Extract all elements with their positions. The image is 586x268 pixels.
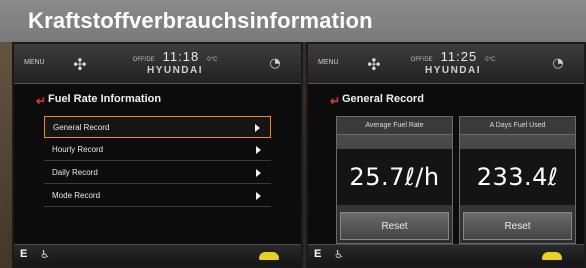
right-brand-label: HYUNDAI	[424, 65, 482, 76]
right-status-center: OFF/DE 11:25 0°C HYUNDAI	[398, 49, 508, 76]
car-icon	[542, 252, 562, 260]
menu-item-daily-record[interactable]: Daily Record	[44, 162, 271, 184]
right-arrow-icon	[256, 169, 261, 177]
reset-days-button[interactable]: Reset	[463, 212, 572, 240]
left-brand-label: HYUNDAI	[146, 65, 204, 76]
days-fuel-used-card: A Days Fuel Used 233.4ℓ Reset	[459, 116, 576, 244]
right-e-indicator: E	[314, 248, 322, 260]
left-panel-header: ↵ Fuel Rate Information	[14, 88, 301, 110]
left-clock: 11:18	[162, 49, 200, 64]
left-e-indicator: E	[20, 248, 28, 260]
menu-item-label: Daily Record	[52, 168, 98, 177]
right-display: MENU ✣ OFF/DE 11:25 0°C HYUNDAI ◔ ↵ Gene…	[306, 42, 586, 268]
page-title: Kraftstoffverbrauchsinformation	[28, 8, 373, 33]
left-display: MENU ✣ OFF/DE 11:18 0°C HYUNDAI ◔ ↵ Fuel…	[12, 42, 303, 268]
right-arrow-icon	[256, 192, 261, 200]
menu-item-hourly-record[interactable]: Hourly Record	[44, 139, 271, 161]
left-temperature: 0°C	[207, 57, 218, 63]
back-arrow-icon[interactable]: ↵	[330, 90, 340, 112]
left-panel-title: Fuel Rate Information	[48, 93, 162, 105]
fan-icon[interactable]: ✣	[70, 55, 90, 75]
right-arrow-icon	[256, 146, 261, 154]
back-arrow-icon[interactable]: ↵	[36, 90, 46, 112]
days-fuel-used-value: 233.4ℓ	[460, 149, 575, 205]
fuel-rate-menu: General Record Hourly Record Daily Recor…	[44, 116, 271, 208]
right-clock: 11:25	[440, 49, 478, 64]
left-menu-button[interactable]: MENU	[24, 59, 45, 66]
right-bottom-bar: E ♿	[308, 244, 584, 266]
reset-average-button[interactable]: Reset	[340, 212, 449, 240]
left-status-center: OFF/DE 11:18 0°C HYUNDAI	[120, 49, 230, 76]
fan-icon[interactable]: ✣	[364, 55, 384, 75]
average-fuel-rate-card: Average Fuel Rate 25.7ℓ/h Reset	[336, 116, 453, 244]
average-fuel-rate-value: 25.7ℓ/h	[337, 149, 452, 205]
left-bottom-bar: E ♿	[14, 244, 301, 266]
left-top-status-bar: MENU ✣ OFF/DE 11:18 0°C HYUNDAI ◔	[14, 44, 301, 84]
car-icon	[259, 252, 279, 260]
menu-item-mode-record[interactable]: Mode Record	[44, 185, 271, 207]
seat-icon: ♿	[334, 248, 344, 261]
left-status-mode: OFF/DE	[132, 57, 155, 63]
right-status-mode: OFF/DE	[410, 57, 433, 63]
gauge-icon[interactable]: ◔	[550, 57, 566, 71]
menu-item-label: General Record	[53, 123, 110, 132]
menu-item-label: Mode Record	[52, 191, 101, 200]
menu-item-label: Hourly Record	[52, 145, 104, 154]
right-menu-button[interactable]: MENU	[318, 59, 339, 66]
right-top-status-bar: MENU ✣ OFF/DE 11:25 0°C HYUNDAI ◔	[308, 44, 584, 84]
right-panel-title: General Record	[342, 93, 424, 105]
right-arrow-icon	[255, 124, 260, 132]
right-panel-header: ↵ General Record	[308, 88, 584, 110]
seat-icon: ♿	[40, 248, 50, 261]
menu-item-general-record[interactable]: General Record	[44, 116, 271, 138]
card-title: Average Fuel Rate	[337, 117, 452, 135]
title-bar: Kraftstoffverbrauchsinformation	[0, 0, 586, 42]
card-title: A Days Fuel Used	[460, 117, 575, 135]
right-temperature: 0°C	[485, 57, 496, 63]
general-record-cards: Average Fuel Rate 25.7ℓ/h Reset A Days F…	[336, 116, 576, 244]
gauge-icon[interactable]: ◔	[267, 57, 283, 71]
